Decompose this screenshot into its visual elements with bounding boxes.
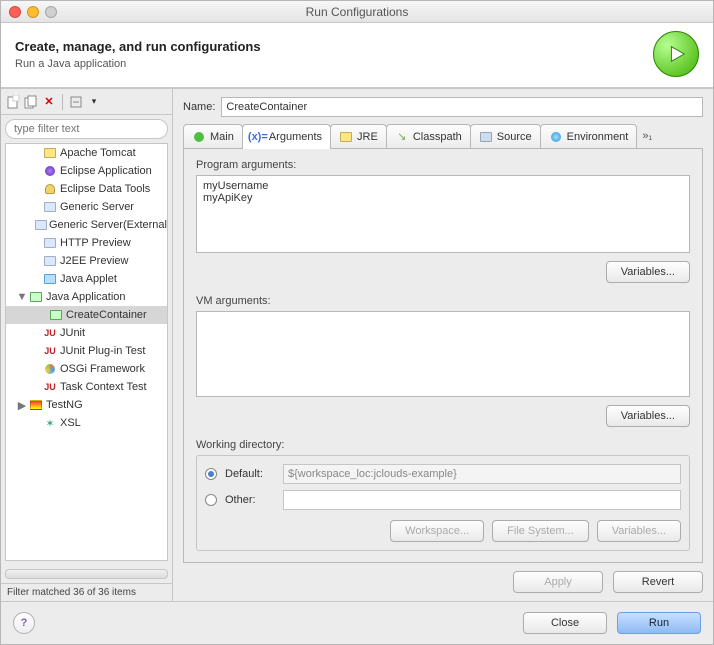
tree-item-junit[interactable]: JUJUnit — [6, 324, 167, 342]
sidebar: ✕ ▾ Apache Tomcat Eclipse Application Ec… — [1, 89, 173, 601]
dialog-footer: ? Close Run — [1, 601, 713, 644]
program-args-label: Program arguments: — [196, 159, 690, 171]
tab-source[interactable]: Source — [470, 124, 541, 148]
sidebar-progress — [5, 569, 168, 579]
dialog-title: Create, manage, and run configurations — [15, 39, 261, 54]
tree-item-generic-server-external[interactable]: Generic Server(External — [6, 216, 167, 234]
vm-args-variables-button[interactable]: Variables... — [606, 405, 690, 427]
dialog-header: Create, manage, and run configurations R… — [1, 23, 713, 88]
delete-config-icon[interactable]: ✕ — [41, 94, 57, 110]
tree-item-eclipse-application[interactable]: Eclipse Application — [6, 162, 167, 180]
tab-main[interactable]: Main — [183, 124, 243, 148]
run-configurations-window: Run Configurations Create, manage, and r… — [0, 0, 714, 645]
wd-other-label: Other: — [225, 494, 275, 506]
tree-item-osgi-framework[interactable]: OSGi Framework — [6, 360, 167, 378]
tree-item-generic-server[interactable]: Generic Server — [6, 198, 167, 216]
tree-item-create-container[interactable]: CreateContainer — [6, 306, 167, 324]
sidebar-toolbar: ✕ ▾ — [1, 89, 172, 115]
tab-overflow-icon[interactable]: »₁ — [636, 130, 658, 142]
vm-args-input[interactable] — [196, 311, 690, 397]
tree-item-http-preview[interactable]: HTTP Preview — [6, 234, 167, 252]
wd-variables-button[interactable]: Variables... — [597, 520, 681, 542]
dialog-subtitle: Run a Java application — [15, 58, 261, 70]
run-banner-icon — [653, 31, 699, 77]
tree-item-xsl[interactable]: ✶XSL — [6, 414, 167, 432]
close-button[interactable]: Close — [523, 612, 607, 634]
wd-default-value — [283, 464, 681, 484]
name-input[interactable] — [221, 97, 703, 117]
filter-dropdown-icon[interactable]: ▾ — [86, 94, 102, 110]
tree-item-java-applet[interactable]: Java Applet — [6, 270, 167, 288]
new-config-icon[interactable] — [5, 94, 21, 110]
program-args-variables-button[interactable]: Variables... — [606, 261, 690, 283]
tab-environment[interactable]: Environment — [540, 124, 638, 148]
wd-default-radio[interactable] — [205, 468, 217, 480]
window-title: Run Configurations — [1, 5, 713, 19]
working-dir-group: Default: Other: Workspace... File System… — [196, 455, 690, 551]
working-dir-label: Working directory: — [196, 439, 690, 451]
vm-args-label: VM arguments: — [196, 295, 690, 307]
tree-item-junit-plugin-test[interactable]: JUJUnit Plug-in Test — [6, 342, 167, 360]
main-panel: Name: Main (x)=Arguments JRE ↘Classpath … — [173, 89, 713, 601]
dialog-body: ✕ ▾ Apache Tomcat Eclipse Application Ec… — [1, 88, 713, 601]
tab-arguments[interactable]: (x)=Arguments — [242, 124, 331, 148]
wd-other-value[interactable] — [283, 490, 681, 510]
tab-jre[interactable]: JRE — [330, 124, 387, 148]
apply-button[interactable]: Apply — [513, 571, 603, 593]
collapse-all-icon[interactable] — [68, 94, 84, 110]
tree-item-apache-tomcat[interactable]: Apache Tomcat — [6, 144, 167, 162]
titlebar: Run Configurations — [1, 1, 713, 23]
filter-status: Filter matched 36 of 36 items — [1, 583, 172, 601]
arguments-panel: Program arguments: Variables... VM argum… — [183, 149, 703, 563]
config-tree[interactable]: Apache Tomcat Eclipse Application Eclips… — [5, 143, 168, 561]
help-icon[interactable]: ? — [13, 612, 35, 634]
wd-filesystem-button[interactable]: File System... — [492, 520, 589, 542]
tree-item-java-application[interactable]: ▼Java Application — [6, 288, 167, 306]
wd-other-radio[interactable] — [205, 494, 217, 506]
tab-bar: Main (x)=Arguments JRE ↘Classpath Source… — [183, 123, 703, 149]
program-args-input[interactable] — [196, 175, 690, 253]
tree-item-eclipse-data-tools[interactable]: Eclipse Data Tools — [6, 180, 167, 198]
duplicate-config-icon[interactable] — [23, 94, 39, 110]
tree-item-j2ee-preview[interactable]: J2EE Preview — [6, 252, 167, 270]
tab-classpath[interactable]: ↘Classpath — [386, 124, 471, 148]
tree-item-task-context-test[interactable]: JUTask Context Test — [6, 378, 167, 396]
name-label: Name: — [183, 101, 215, 113]
wd-default-label: Default: — [225, 468, 275, 480]
revert-button[interactable]: Revert — [613, 571, 703, 593]
wd-workspace-button[interactable]: Workspace... — [390, 520, 484, 542]
run-button[interactable]: Run — [617, 612, 701, 634]
filter-input[interactable] — [5, 119, 168, 139]
tree-item-testng[interactable]: ▶TestNG — [6, 396, 167, 414]
